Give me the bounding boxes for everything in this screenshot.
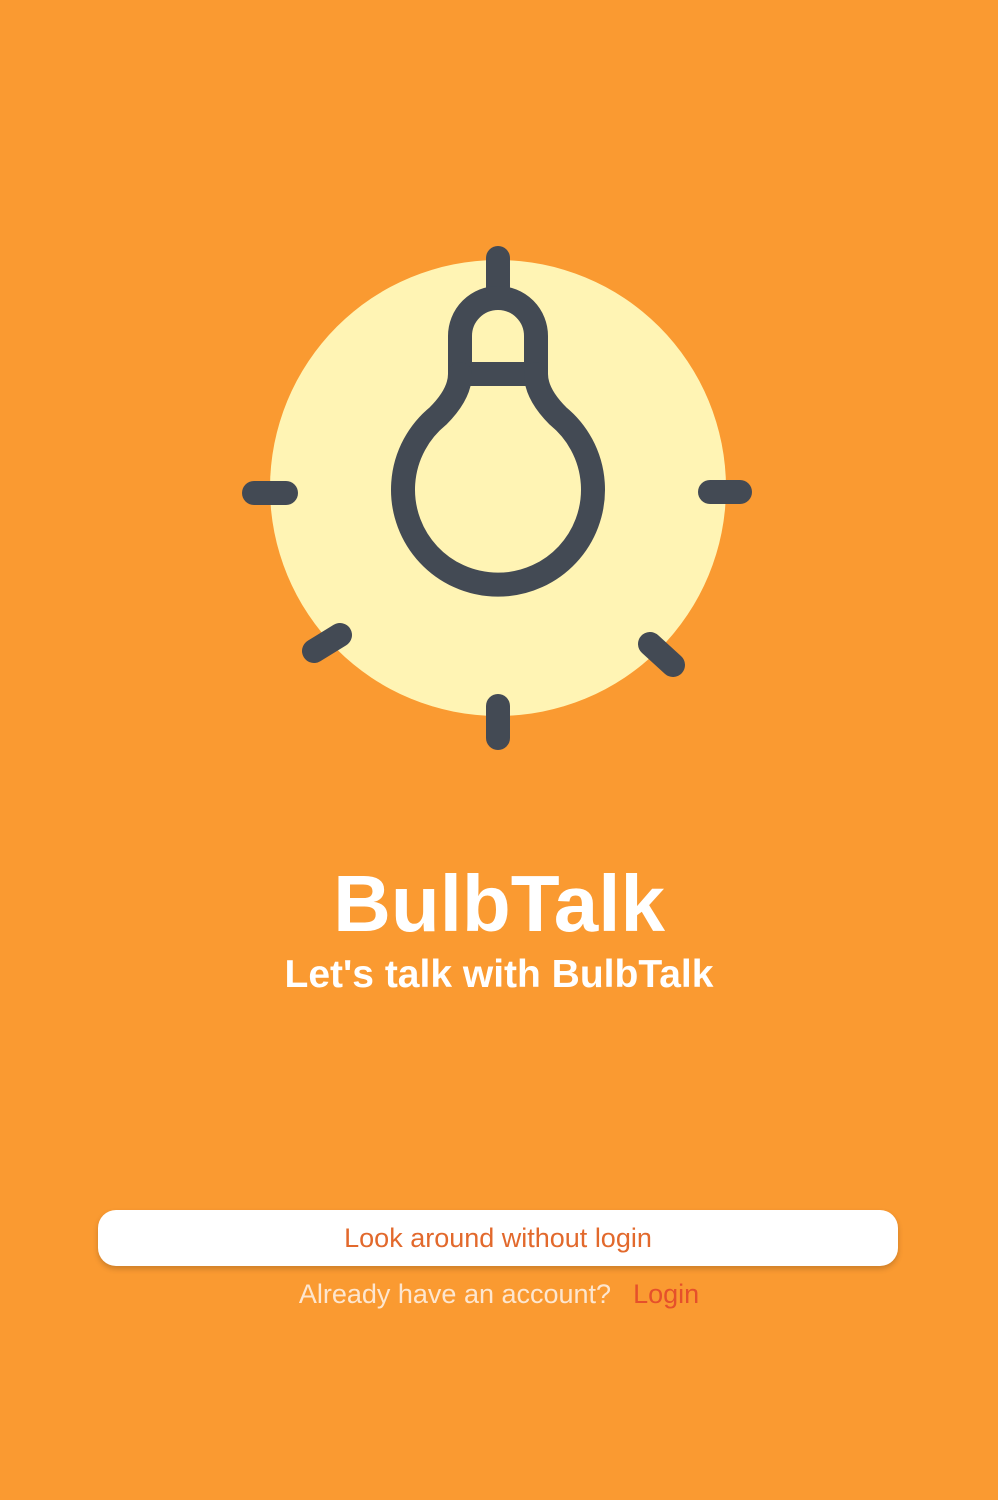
app-tagline: Let's talk with BulbTalk <box>284 953 714 996</box>
app-title: BulbTalk <box>333 859 665 948</box>
account-question-text: Already have an account? <box>298 1279 612 1309</box>
lightbulb-logo-icon <box>242 246 752 750</box>
look-around-button[interactable]: Look around without login <box>98 1210 898 1266</box>
welcome-screen: BulbTalk Let's talk with BulbTalk Look a… <box>0 0 998 1500</box>
login-link[interactable]: Login <box>633 1276 699 1312</box>
login-prompt-row: Already have an account? Login <box>0 1276 998 1312</box>
